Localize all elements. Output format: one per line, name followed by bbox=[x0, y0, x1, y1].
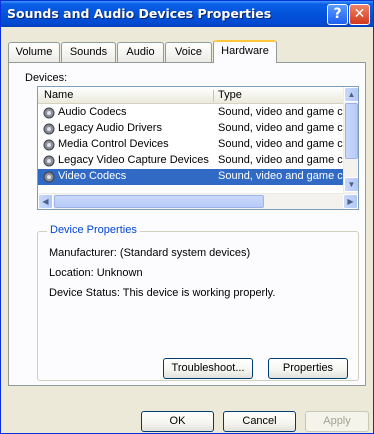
device-name: Media Control Devices bbox=[58, 138, 169, 150]
horizontal-scrollbar[interactable]: ◀ ▶ bbox=[38, 193, 358, 209]
troubleshoot-button[interactable]: Troubleshoot... bbox=[163, 358, 253, 379]
window-title: Sounds and Audio Devices Properties bbox=[7, 6, 272, 21]
column-divider[interactable] bbox=[213, 90, 214, 102]
column-header-name[interactable]: Name bbox=[44, 89, 73, 101]
device-status-text: Device Status: This device is working pr… bbox=[49, 287, 276, 299]
scroll-down-icon[interactable]: ▼ bbox=[344, 177, 358, 192]
apply-button: Apply bbox=[305, 411, 369, 432]
manufacturer-text: Manufacturer: (Standard system devices) bbox=[49, 247, 251, 259]
scroll-up-icon[interactable]: ▲ bbox=[344, 87, 358, 102]
tab-sounds[interactable]: Sounds bbox=[61, 42, 116, 62]
device-type: Sound, video and game contro bbox=[218, 170, 346, 182]
close-button[interactable]: ✕ bbox=[349, 4, 370, 25]
help-button[interactable]: ? bbox=[327, 4, 348, 25]
cancel-button[interactable]: Cancel bbox=[223, 411, 296, 432]
table-row-selected[interactable]: Video Codecs Sound, video and game contr… bbox=[38, 169, 346, 185]
device-name: Audio Codecs bbox=[58, 106, 127, 118]
device-type: Sound, video and game contro bbox=[218, 122, 346, 134]
devices-label: Devices: bbox=[25, 72, 68, 84]
device-type: Sound, video and game contro bbox=[218, 138, 346, 150]
scroll-right-icon[interactable]: ▶ bbox=[343, 194, 358, 209]
tab-volume[interactable]: Volume bbox=[8, 42, 60, 62]
table-row[interactable]: Media Control Devices Sound, video and g… bbox=[38, 137, 346, 153]
device-name: Legacy Audio Drivers bbox=[58, 122, 162, 134]
audio-codec-icon bbox=[43, 107, 55, 119]
properties-dialog: Sounds and Audio Devices Properties ? ✕ … bbox=[0, 0, 374, 434]
tab-hardware[interactable]: Hardware bbox=[213, 40, 277, 63]
table-row[interactable]: Audio Codecs Sound, video and game contr… bbox=[38, 105, 346, 121]
audio-codec-icon bbox=[43, 123, 55, 135]
tab-voice[interactable]: Voice bbox=[165, 42, 212, 62]
audio-codec-icon bbox=[43, 155, 55, 167]
vertical-scrollbar[interactable]: ▲ ▼ bbox=[343, 87, 358, 193]
device-type: Sound, video and game contro bbox=[218, 154, 346, 166]
table-row[interactable]: Legacy Video Capture Devices Sound, vide… bbox=[38, 153, 346, 169]
device-name: Video Codecs bbox=[58, 170, 127, 182]
ok-button[interactable]: OK bbox=[141, 411, 214, 432]
device-properties-title: Device Properties bbox=[47, 224, 140, 236]
devices-list[interactable]: Name Type Audio Codecs Sound, video and … bbox=[37, 86, 359, 210]
column-header-type[interactable]: Type bbox=[218, 89, 242, 101]
title-bar[interactable]: Sounds and Audio Devices Properties ? ✕ bbox=[1, 1, 373, 27]
vertical-scroll-thumb[interactable] bbox=[345, 103, 358, 159]
location-text: Location: Unknown bbox=[49, 267, 143, 279]
list-header: Name Type bbox=[38, 87, 344, 104]
device-type: Sound, video and game contro bbox=[218, 106, 346, 118]
horizontal-scroll-thumb[interactable] bbox=[54, 195, 264, 208]
tab-audio[interactable]: Audio bbox=[117, 42, 164, 62]
properties-button[interactable]: Properties bbox=[268, 358, 348, 379]
audio-codec-icon bbox=[43, 139, 55, 151]
device-name: Legacy Video Capture Devices bbox=[58, 154, 209, 166]
device-rows: Audio Codecs Sound, video and game contr… bbox=[38, 105, 346, 185]
scroll-left-icon[interactable]: ◀ bbox=[38, 194, 53, 209]
table-row[interactable]: Legacy Audio Drivers Sound, video and ga… bbox=[38, 121, 346, 137]
audio-codec-icon bbox=[43, 171, 55, 183]
